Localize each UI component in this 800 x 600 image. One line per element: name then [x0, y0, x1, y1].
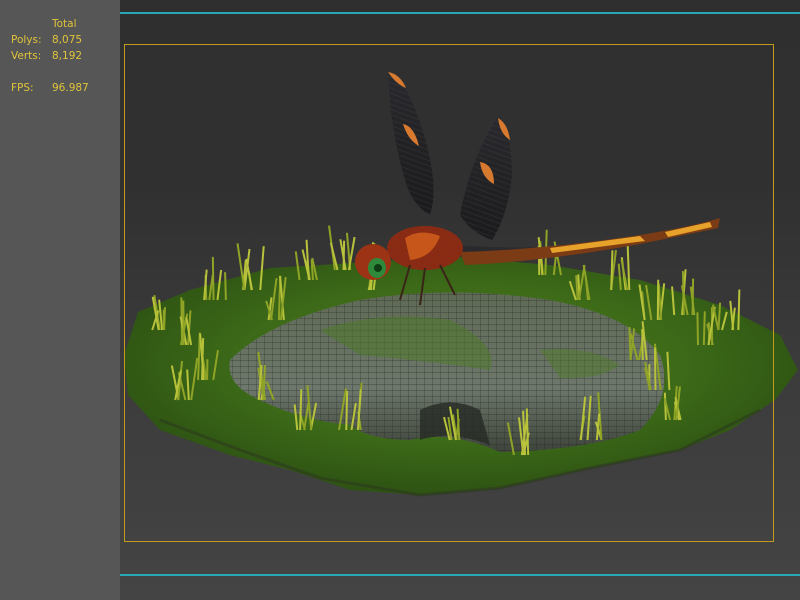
verts-label: Verts: [11, 50, 42, 62]
verts-value: 8,192 [52, 50, 83, 62]
fps-value: 96.987 [52, 82, 89, 94]
3d-viewport[interactable] [120, 0, 800, 600]
stats-header: Total [52, 18, 77, 30]
safe-frame [124, 44, 774, 542]
polys-value: 8,075 [52, 34, 83, 46]
fps-label: FPS: [11, 82, 34, 94]
polys-label: Polys: [11, 34, 42, 46]
